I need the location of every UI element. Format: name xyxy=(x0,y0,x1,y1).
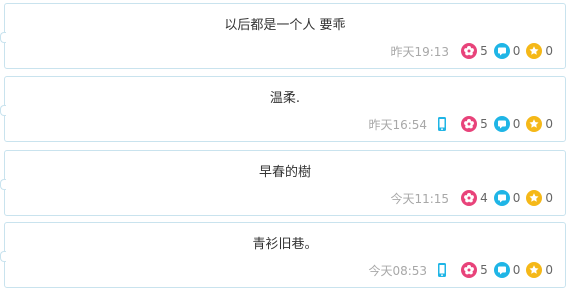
flower-icon xyxy=(461,43,478,59)
comment-count: 0 xyxy=(512,44,521,58)
favorite-count: 0 xyxy=(545,263,553,277)
like-count: 5 xyxy=(480,44,488,58)
post-feed: 以后都是一个人 要乖 昨天19:13 5 0 0 温柔. 昨天16:54 5 0… xyxy=(0,0,570,292)
post-meta: 昨天16:54 5 0 0 xyxy=(368,115,553,133)
post-meta: 昨天19:13 5 0 0 xyxy=(390,42,553,60)
favorite-count: 0 xyxy=(545,44,553,58)
flower-icon xyxy=(461,116,478,132)
post-time: 昨天19:13 xyxy=(390,44,450,59)
star-icon xyxy=(526,116,543,132)
like-count: 4 xyxy=(480,191,488,205)
comment-bubble-icon xyxy=(493,190,510,206)
like-button[interactable]: 5 xyxy=(461,43,488,59)
mobile-phone-icon xyxy=(438,117,447,131)
like-button[interactable]: 4 xyxy=(461,190,488,206)
like-button[interactable]: 5 xyxy=(461,116,488,132)
favorite-button[interactable]: 0 xyxy=(526,262,553,278)
comment-bubble-icon xyxy=(493,262,510,278)
favorite-button[interactable]: 0 xyxy=(526,116,553,132)
comment-count: 0 xyxy=(512,117,521,131)
post-card[interactable]: 青衫旧巷。 今天08:53 5 0 0 xyxy=(0,222,566,288)
post-time: 今天11:15 xyxy=(390,191,450,206)
post-time: 今天08:53 xyxy=(368,263,428,278)
favorite-count: 0 xyxy=(545,191,553,205)
post-text: 以后都是一个人 要乖 xyxy=(224,18,346,33)
post-text: 早春的樹 xyxy=(258,165,311,180)
like-count: 5 xyxy=(480,117,488,131)
comment-button[interactable]: 0 xyxy=(493,116,521,132)
post-card[interactable]: 早春的樹 今天11:15 4 0 0 xyxy=(0,150,566,216)
favorite-button[interactable]: 0 xyxy=(526,43,553,59)
star-icon xyxy=(526,43,543,59)
post-meta: 今天08:53 5 0 0 xyxy=(368,261,553,279)
comment-button[interactable]: 0 xyxy=(493,262,521,278)
like-count: 5 xyxy=(480,263,488,277)
post-text: 青衫旧巷。 xyxy=(252,237,318,252)
post-time: 昨天16:54 xyxy=(368,117,428,132)
comment-bubble-icon xyxy=(493,43,510,59)
comment-count: 0 xyxy=(512,191,521,205)
post-card[interactable]: 以后都是一个人 要乖 昨天19:13 5 0 0 xyxy=(0,3,566,69)
star-icon xyxy=(526,190,543,206)
like-button[interactable]: 5 xyxy=(461,262,488,278)
post-text: 温柔. xyxy=(269,91,301,106)
post-card[interactable]: 温柔. 昨天16:54 5 0 0 xyxy=(0,76,566,142)
comment-button[interactable]: 0 xyxy=(493,43,521,59)
flower-icon xyxy=(461,190,478,206)
comment-bubble-icon xyxy=(493,116,510,132)
comment-count: 0 xyxy=(512,263,521,277)
favorite-button[interactable]: 0 xyxy=(526,190,553,206)
comment-button[interactable]: 0 xyxy=(493,190,521,206)
mobile-phone-icon xyxy=(438,263,447,277)
favorite-count: 0 xyxy=(545,117,553,131)
flower-icon xyxy=(461,262,478,278)
star-icon xyxy=(526,262,543,278)
post-meta: 今天11:15 4 0 0 xyxy=(390,189,553,207)
